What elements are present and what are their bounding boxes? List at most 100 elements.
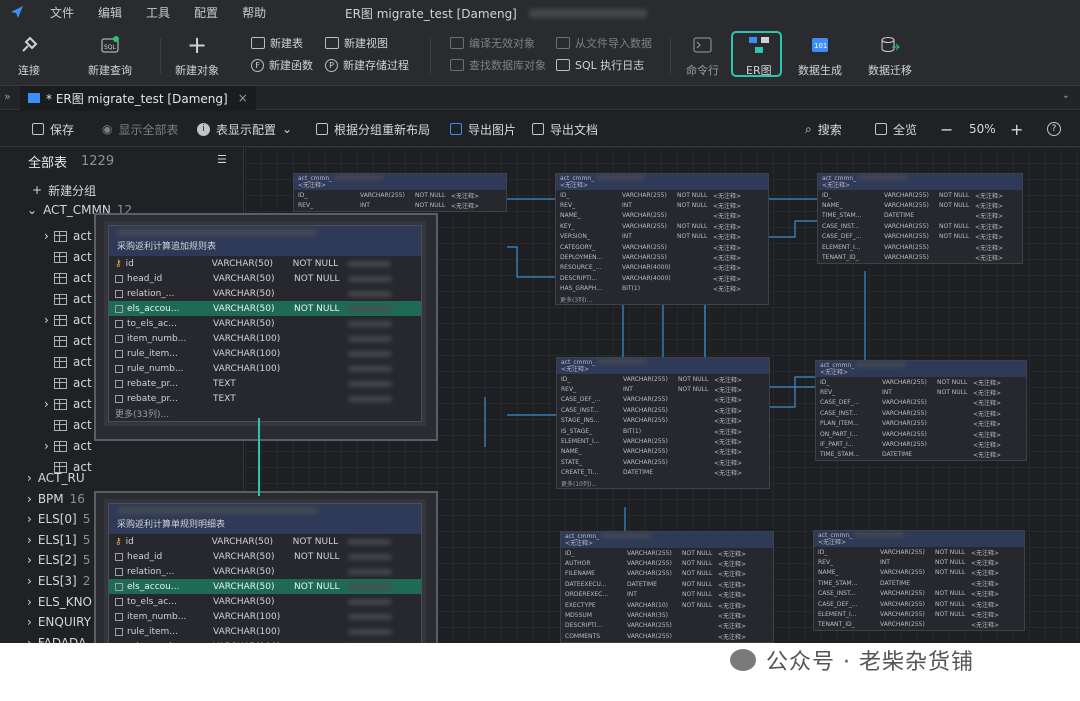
er-column-row[interactable]: TENANT_ID_ VARCHAR(255) <无注释> xyxy=(818,252,1022,262)
er-table[interactable]: act_cmmn_ <无注释> ID_ VARCHAR(255) NOT NULL <无… xyxy=(817,173,1023,264)
sidebar-table-item[interactable]: act xyxy=(44,415,92,435)
er-table-zoomed[interactable]: 采购返利计算单规则明细表 ⚷ id VARCHAR(50) NOT NULL head_i… xyxy=(108,503,422,643)
er-column-row[interactable]: DESCRIPTI... VARCHAR(255) <无注释> xyxy=(561,621,773,631)
zoom-in-button[interactable]: + xyxy=(1010,120,1023,139)
sidebar-group[interactable]: › ELS[0] 5 xyxy=(27,509,90,529)
er-column-row[interactable]: TENANT_ID_ VARCHAR(255) <无注释> xyxy=(814,620,1024,630)
er-column-row[interactable]: rebate_pr... TEXT xyxy=(109,391,421,406)
sidebar-group[interactable]: › ACT_RU xyxy=(27,468,91,488)
er-column-row[interactable]: CASE_DEF_... VARCHAR(255) <无注释> xyxy=(557,395,769,405)
menu-file[interactable]: 文件 xyxy=(50,4,74,21)
sidebar-table-item[interactable]: act xyxy=(44,289,92,309)
new-function-button[interactable]: F 新建函数 xyxy=(251,57,313,73)
er-column-row[interactable]: relation_... VARCHAR(50) xyxy=(109,286,421,301)
er-table-header[interactable]: act_cmmn_ <无注释> xyxy=(814,531,1024,547)
menu-tools[interactable]: 工具 xyxy=(146,4,170,21)
collapse-all-icon[interactable]: ☰ xyxy=(217,153,227,166)
export-doc-button[interactable]: 导出文档 xyxy=(532,121,598,137)
er-column-row[interactable]: rule_item... VARCHAR(100) xyxy=(109,346,421,361)
er-column-row[interactable]: CATEGORY_ VARCHAR(255) <无注释> xyxy=(556,242,768,252)
er-column-row[interactable]: ID_ VARCHAR(255) NOT NULL <无注释> xyxy=(294,190,506,200)
menu-help[interactable]: 帮助 xyxy=(242,4,266,21)
er-column-row[interactable]: ID_ VARCHAR(255) NOT NULL <无注释> xyxy=(816,377,1026,387)
er-column-row[interactable]: ELEMENT_I... VARCHAR(255) <无注释> xyxy=(557,436,769,446)
er-table[interactable]: act_cmmn_ <无注释> ID_ VARCHAR(255) NOT NULL <无… xyxy=(815,360,1027,462)
er-column-row[interactable]: MD5SUM VARCHAR(35) <无注释> xyxy=(561,610,773,620)
er-column-row[interactable]: REV_ INT NOT NULL <无注释> xyxy=(814,557,1024,567)
er-column-row[interactable]: REV_ INT NOT NULL <无注释> xyxy=(556,200,768,210)
er-column-row[interactable]: head_id VARCHAR(50) NOT NULL xyxy=(109,271,421,286)
search-button[interactable]: ⌕ 搜索 xyxy=(805,121,842,137)
er-column-row[interactable]: FILENAME VARCHAR(255) NOT NULL <无注释> xyxy=(561,569,773,579)
er-table-header[interactable]: 采购返利计算单规则明细表 xyxy=(109,504,421,534)
er-column-row[interactable]: els_accou... VARCHAR(50) NOT NULL xyxy=(109,579,421,594)
er-table[interactable]: act_cmmn_ <无注释> ID_ VARCHAR(255) NOT NULL <无… xyxy=(556,357,770,490)
er-column-row[interactable]: els_accou... VARCHAR(50) NOT NULL xyxy=(109,301,421,316)
new-view-button[interactable]: 新建视图 xyxy=(325,35,388,51)
er-column-row[interactable]: item_numb... VARCHAR(100) xyxy=(109,331,421,346)
er-column-row[interactable]: CASE_INST... VARCHAR(255) NOT NULL <无注释> xyxy=(814,589,1024,599)
er-column-row[interactable]: rule_numb...VARCHAR(100) xyxy=(109,361,421,376)
er-column-row[interactable]: TIME_STAM... DATETIME <无注释> xyxy=(818,211,1022,221)
er-column-row[interactable]: ID_ VARCHAR(255) NOT NULL <无注释> xyxy=(814,547,1024,557)
er-column-row[interactable]: CASE_INST... VARCHAR(255) <无注释> xyxy=(816,408,1026,418)
er-column-row[interactable]: to_els_ac... VARCHAR(50) xyxy=(109,594,421,609)
sidebar-table-item[interactable]: act xyxy=(44,352,92,372)
er-column-row[interactable]: DEPLOYMEN... VARCHAR(255) <无注释> xyxy=(556,252,768,262)
new-query-button[interactable]: SQL 新建查询 xyxy=(88,34,132,78)
more-columns[interactable]: 更多(3列)... xyxy=(556,294,768,304)
er-column-row[interactable]: HAS_GRAPH... BIT(1) <无注释> xyxy=(556,284,768,294)
er-column-row[interactable]: relation_... VARCHAR(50) xyxy=(109,564,421,579)
sidebar-table-item[interactable]: › act xyxy=(44,310,92,330)
er-table-header[interactable]: act_cmmn_ <无注释> xyxy=(818,174,1022,190)
er-column-row[interactable]: ON_PART_I... VARCHAR(255) <无注释> xyxy=(816,429,1026,439)
sidebar-group[interactable]: › ELS_KNO xyxy=(27,592,98,612)
er-column-row[interactable]: head_id VARCHAR(50) NOT NULL xyxy=(109,549,421,564)
er-table-header[interactable]: 采购返利计算追加规则表 xyxy=(109,226,421,256)
er-column-row[interactable]: STATE_ VARCHAR(255) <无注释> xyxy=(557,457,769,467)
er-column-row[interactable]: DESCRIPTI... VARCHAR(4000) <无注释> xyxy=(556,273,768,283)
sql-log-button[interactable]: SQL 执行日志 xyxy=(556,57,644,73)
compile-invalid-button[interactable]: 编译无效对象 xyxy=(450,35,535,51)
er-column-row[interactable]: ID_ VARCHAR(255) NOT NULL <无注释> xyxy=(556,190,768,200)
zoom-out-button[interactable]: − xyxy=(940,120,953,139)
menu-edit[interactable]: 编辑 xyxy=(98,4,122,21)
help-icon[interactable]: ? xyxy=(1047,121,1061,137)
er-table[interactable]: act_cmmn_ <无注释> ID_ VARCHAR(255) NOT NULL <无… xyxy=(293,173,507,212)
er-column-row[interactable]: EXECTYPE VARCHAR(10) NOT NULL <无注释> xyxy=(561,600,773,610)
er-column-row[interactable]: ⚷ id VARCHAR(50) NOT NULL xyxy=(109,256,421,271)
er-column-row[interactable]: ELEMENT_I... VARCHAR(255) NOT NULL <无注释> xyxy=(814,609,1024,619)
sidebar-table-item[interactable]: › act xyxy=(44,436,92,456)
cmd-button[interactable]: 命令行 xyxy=(686,34,719,78)
er-table-header[interactable]: act_cmmn_ <无注释> xyxy=(294,174,506,190)
import-file-button[interactable]: 从文件导入数据 xyxy=(556,35,652,51)
er-table-header[interactable]: act_cmmn_ <无注释> xyxy=(816,361,1026,377)
find-db-object-button[interactable]: 查找数据库对象 xyxy=(450,57,546,73)
er-column-row[interactable]: REV_ INT NOT NULL <无注释> xyxy=(816,387,1026,397)
fit-button[interactable]: 全览 xyxy=(875,121,917,137)
er-column-row[interactable]: VERSION_ INT NOT NULL <无注释> xyxy=(556,232,768,242)
er-column-row[interactable]: TIME_STAM... DATETIME <无注释> xyxy=(814,578,1024,588)
sidebar-table-item[interactable]: act xyxy=(44,373,92,393)
sidebar-group[interactable]: › BPM 16 xyxy=(27,489,85,509)
sidebar-table-item[interactable]: act xyxy=(44,268,92,288)
er-column-row[interactable]: rule_item... VARCHAR(100) xyxy=(109,624,421,639)
save-button[interactable]: 保存 xyxy=(32,121,74,137)
sidebar-table-item[interactable]: › act xyxy=(44,394,92,414)
sidebar-group[interactable]: › ELS[2] 5 xyxy=(27,550,90,570)
new-object-button[interactable]: + 新建对象 xyxy=(175,31,219,78)
er-column-row[interactable]: CASE_DEF_... VARCHAR(255) NOT NULL <无注释> xyxy=(814,599,1024,609)
sidebar-group[interactable]: › FADADA xyxy=(27,633,92,643)
new-group-button[interactable]: + 新建分组 xyxy=(32,180,96,200)
er-column-row[interactable]: CASE_INST... VARCHAR(255) <无注释> xyxy=(557,405,769,415)
er-column-row[interactable]: CREATE_TI... DATETIME <无注释> xyxy=(557,468,769,478)
er-column-row[interactable]: ID_ VARCHAR(255) NOT NULL <无注释> xyxy=(818,190,1022,200)
er-column-row[interactable]: CASE_DEF_... VARCHAR(255) NOT NULL <无注释> xyxy=(818,232,1022,242)
new-table-button[interactable]: 新建表 xyxy=(251,35,303,51)
er-table-zoomed[interactable]: 采购返利计算追加规则表 ⚷ id VARCHAR(50) NOT NULL head_id… xyxy=(108,225,422,422)
sidebar-table-item[interactable]: act xyxy=(44,331,92,351)
er-column-row[interactable]: AUTHOR VARCHAR(255) NOT NULL <无注释> xyxy=(561,558,773,568)
chevron-down-icon[interactable]: ⌄ xyxy=(1062,90,1070,101)
er-column-row[interactable]: DATEEXECU... DATETIME NOT NULL <无注释> xyxy=(561,579,773,589)
more-columns[interactable]: 更多(10列)... xyxy=(557,478,769,488)
